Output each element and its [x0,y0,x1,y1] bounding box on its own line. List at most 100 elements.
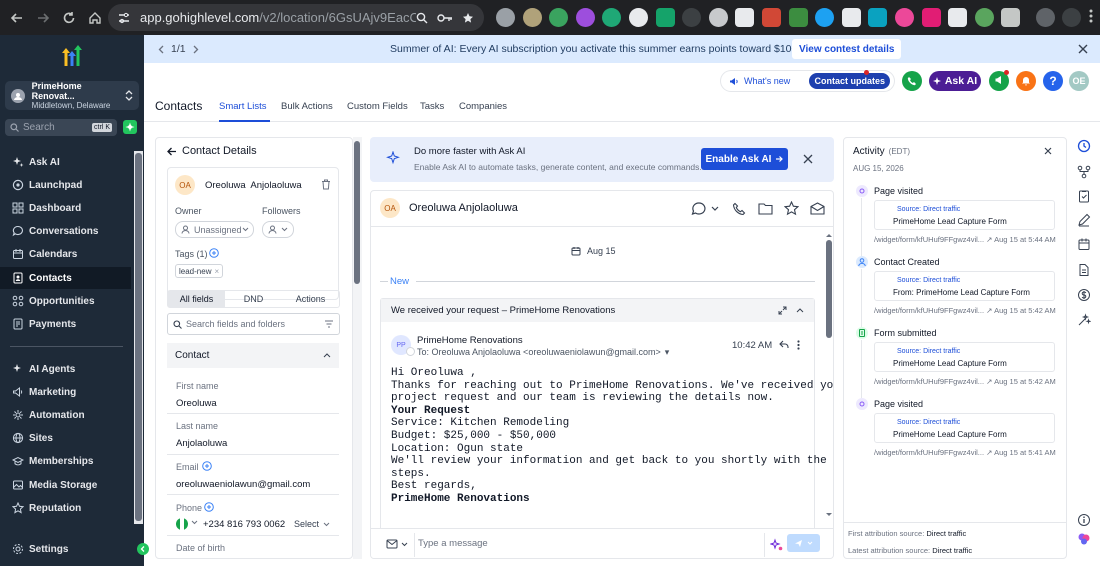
nigeria-flag-icon[interactable] [176,518,188,530]
user-avatar[interactable]: OE [1069,71,1089,91]
sidebar-item-memberships[interactable]: Memberships [0,450,131,472]
chevron-down-icon[interactable] [191,520,198,525]
phone-field[interactable]: +234 816 793 0062 [203,519,285,530]
zoom-icon[interactable] [416,12,428,24]
contact-updates-button[interactable]: Contact updates [809,73,890,89]
extension-icon[interactable] [708,8,728,27]
message-input[interactable]: Type a message [418,538,488,549]
activity-link[interactable]: /widget/form/kfUHuf9FFgwz4vil... [874,306,984,315]
last-name-field[interactable]: Anjolaoluwa [176,438,227,449]
segment-dnd[interactable]: DND [225,291,282,307]
add-phone-icon[interactable] [204,502,214,512]
sidebar-collapse-button[interactable] [137,543,149,555]
chevron-down-icon[interactable]: ▾ [665,347,670,358]
add-email-icon[interactable] [202,461,212,471]
sidebar-item-ask-ai[interactable]: Ask AI [0,151,131,173]
reload-icon[interactable] [58,7,80,29]
extension-icon[interactable] [682,8,702,27]
mail-icon[interactable] [810,202,825,215]
channel-select-icon[interactable] [691,201,719,217]
tasks-icon[interactable] [1077,189,1091,203]
chevron-left-icon[interactable] [158,45,165,54]
ai-assist-icon[interactable] [770,538,783,551]
phone-icon[interactable] [902,71,922,91]
extension-icon[interactable] [575,8,595,27]
details-scrollbar[interactable] [353,137,362,559]
sidebar-item-launchpad[interactable]: Launchpad [0,174,131,196]
extension-icon[interactable] [974,8,994,27]
sidebar-item-calendars[interactable]: Calendars [0,243,131,265]
workflow-icon[interactable] [1077,165,1091,179]
password-key-icon[interactable] [437,12,453,24]
activity-link[interactable]: /widget/form/kfUHuf9FFgwz4vil... [874,235,984,244]
sidebar-item-ai-agents[interactable]: AI Agents [0,358,131,380]
extension-icon[interactable] [522,8,542,27]
extension-icon[interactable] [602,8,622,27]
extension-icon[interactable] [948,8,968,27]
folder-icon[interactable] [758,202,773,215]
close-icon[interactable] [803,154,813,164]
conversation-scrollbar[interactable] [824,234,834,522]
sidebar-item-settings[interactable]: Settings [12,543,68,555]
followers-select[interactable] [262,221,294,238]
magic-wand-icon[interactable] [1077,313,1091,327]
email-subject-bar[interactable]: We received your request – PrimeHome Ren… [381,299,814,322]
home-icon[interactable] [84,7,106,29]
expand-icon[interactable] [778,306,787,315]
bell-icon[interactable] [1016,71,1036,91]
sidebar-item-sites[interactable]: Sites [0,427,131,449]
tab-custom-fields[interactable]: Custom Fields [347,101,408,112]
close-icon[interactable]: × [214,267,219,276]
close-icon[interactable] [1044,147,1052,155]
profile-avatar-icon[interactable] [1035,8,1055,27]
activity-link[interactable]: /widget/form/kfUHuf9FFgwz4vil... [874,377,984,386]
close-icon[interactable] [1078,44,1088,54]
segment-all-fields[interactable]: All fields [168,291,225,307]
add-tag-icon[interactable] [209,248,219,258]
help-icon[interactable]: ? [1043,71,1063,91]
browser-menu-icon[interactable] [1089,8,1093,27]
extensions-puzzle-icon[interactable] [1001,8,1021,27]
more-options-icon[interactable] [797,340,800,350]
extension-icon[interactable] [496,8,515,27]
fields-search-input[interactable]: Search fields and folders [167,313,340,335]
extension-icon[interactable] [655,8,675,27]
site-info-icon[interactable] [118,12,130,24]
tab-tasks[interactable]: Tasks [420,101,444,112]
sidebar-item-reputation[interactable]: Reputation [0,497,131,519]
activity-history-icon[interactable] [1077,139,1091,153]
bookmark-star-icon[interactable] [462,12,474,24]
tab-smart-lists[interactable]: Smart Lists [219,101,267,112]
phone-icon[interactable] [732,202,746,216]
send-button[interactable] [787,534,820,552]
info-icon[interactable] [1077,513,1091,527]
back-icon[interactable] [6,7,28,29]
quick-add-button[interactable]: ✦ [123,120,137,134]
email-field[interactable]: oreoluwaeniolawun@gmail.com [176,479,310,490]
view-contest-button[interactable]: View contest details [792,39,902,59]
sidebar-item-dashboard[interactable]: Dashboard [0,197,131,219]
sidebar-scrollbar[interactable] [134,151,143,524]
chevron-right-icon[interactable] [192,45,199,54]
arrow-left-icon[interactable] [167,147,177,156]
extension-icon[interactable] [921,8,941,27]
pencil-icon[interactable] [1077,213,1091,227]
tab-companies[interactable]: Companies [459,101,507,112]
document-icon[interactable] [1077,263,1091,277]
trash-icon[interactable] [321,179,331,190]
phone-type-select[interactable]: Select [294,519,330,529]
calendar-icon[interactable] [1077,237,1091,251]
tab-bulk-actions[interactable]: Bulk Actions [281,101,333,112]
extension-icon[interactable] [815,8,835,27]
sidebar-search[interactable]: Search ctrl K [5,119,117,136]
sidebar-item-marketing[interactable]: Marketing [0,381,131,403]
extension-icon[interactable] [549,8,569,27]
filter-icon[interactable] [324,320,334,328]
owner-select[interactable]: Unassigned [175,221,254,238]
dollar-icon[interactable] [1077,288,1091,302]
extension-icon[interactable] [628,8,648,27]
sidebar-item-contacts[interactable]: Contacts [0,267,131,289]
ask-ai-button[interactable]: Ask AI [929,71,981,91]
first-name-field[interactable]: Oreoluwa [176,398,217,409]
tag-chip[interactable]: lead-new × [175,264,224,278]
